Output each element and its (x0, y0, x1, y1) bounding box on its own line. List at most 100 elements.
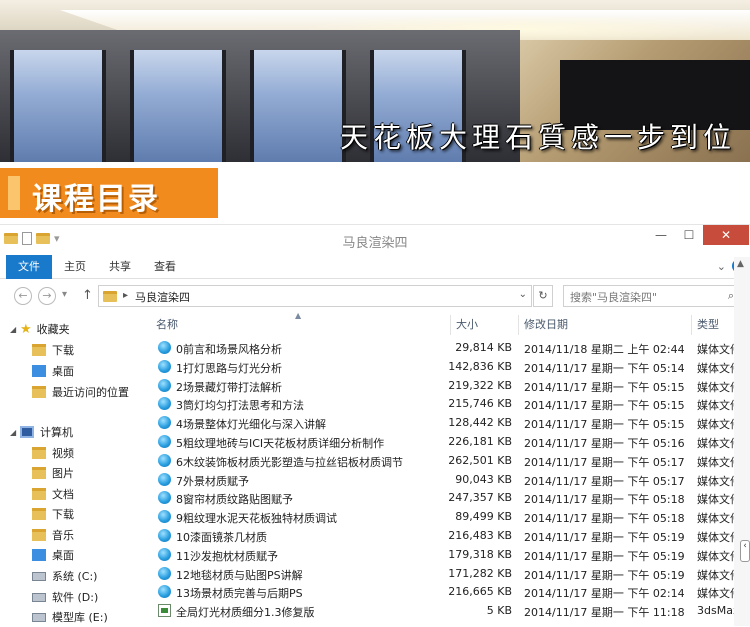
close-button[interactable]: ✕ (703, 225, 749, 245)
media-icon (158, 341, 171, 354)
table-row[interactable]: 3筒灯均匀打法思考和方法 215,746 KB 2014/11/17 星期一 下午 … (146, 394, 750, 413)
file-size: 29,814 KB (455, 341, 512, 354)
table-row[interactable]: 1打灯思路与灯光分析 142,836 KB 2014/11/17 星期一 下午 05… (146, 357, 750, 376)
file-date: 2014/11/17 星期一 下午 05:15 (524, 418, 685, 432)
table-row[interactable]: 2场景藏灯带打法解析 219,322 KB 2014/11/17 星期一 下午 05… (146, 376, 750, 395)
expand-arrow-icon[interactable]: ◢ (10, 325, 20, 334)
section-heading: 课程目录 (0, 162, 750, 224)
table-row[interactable]: 7外景材质赋予 90,043 KB 2014/11/17 星期一 下午 05:17 媒… (146, 470, 750, 489)
table-row[interactable]: 4场景整体灯光细化与深入讲解 128,442 KB 2014/11/17 星期一 下… (146, 413, 750, 432)
recent-locations-icon[interactable]: ▾ (62, 289, 67, 300)
table-row[interactable]: 6木纹装饰板材质光影塑造与拉丝铝板材质调节 262,501 KB 2014/11/1… (146, 451, 750, 470)
column-divider[interactable] (691, 315, 692, 335)
file-size: 142,836 KB (448, 359, 512, 373)
file-date: 2014/11/17 星期一 下午 05:14 (524, 361, 685, 375)
drive-icon (32, 592, 46, 602)
media-icon (158, 510, 171, 524)
sidebar-item-drive-e[interactable]: 模型库 (E:) (32, 607, 108, 627)
sidebar-item-pictures[interactable]: 图片 (32, 463, 74, 483)
file-name: 10漆面镜茶几材质 (176, 531, 267, 544)
forward-button[interactable]: → (38, 287, 56, 305)
file-name: 8窗帘材质纹路贴图赋予 (176, 493, 293, 507)
sidebar-item-label: 系统 (C:) (52, 570, 98, 583)
sidebar-item-downloads-2[interactable]: 下载 (32, 504, 74, 524)
file-date: 2014/11/17 星期一 下午 05:16 (524, 437, 685, 450)
computer-icon (20, 426, 34, 438)
sidebar-item-desktop[interactable]: 桌面 (32, 361, 74, 381)
download-folder-icon (32, 344, 46, 356)
file-size: 226,181 KB (448, 435, 512, 448)
table-row[interactable]: 10漆面镜茶几材质 216,483 KB 2014/11/17 星期一 下午 05:… (146, 526, 750, 545)
table-row[interactable]: 13场景材质完善与后期PS 216,665 KB 2014/11/17 星期一 下午… (146, 582, 750, 601)
sidebar-item-music[interactable]: 音乐 (32, 525, 74, 545)
column-header-type[interactable]: 类型 (697, 313, 719, 337)
download-folder-icon (32, 508, 46, 520)
file-name: 1打灯思路与灯光分析 (176, 361, 282, 375)
explorer-window: ▾ 马良渲染四 — ☐ ✕ 文件 主页 共享 查看 ⌄ ? ← → ▾ ↑ ▸ … (0, 224, 750, 626)
table-row[interactable]: 全局灯光材质细分1.3修复版 5 KB 2014/11/17 星期一 下午 11:1… (146, 601, 750, 620)
expand-arrow-icon[interactable]: ◢ (10, 428, 20, 437)
tab-view[interactable]: 查看 (154, 255, 176, 279)
collapse-pane-handle[interactable]: ‹ (740, 540, 750, 562)
tab-file[interactable]: 文件 (6, 255, 52, 279)
file-date: 2014/11/17 星期一 下午 05:15 (524, 399, 685, 413)
tab-share[interactable]: 共享 (109, 255, 131, 279)
sidebar-item-drive-d[interactable]: 软件 (D:) (32, 587, 98, 607)
sidebar-item-computer[interactable]: ◢ 计算机 (10, 422, 73, 442)
file-size: 128,442 KB (448, 416, 512, 430)
media-icon (158, 416, 171, 430)
maximize-button[interactable]: ☐ (675, 225, 703, 245)
sidebar-item-drive-c[interactable]: 系统 (C:) (32, 566, 97, 586)
star-icon: ★ (20, 321, 32, 337)
sidebar-item-label: 音乐 (52, 529, 74, 542)
file-name: 4场景整体灯光细化与深入讲解 (176, 418, 326, 432)
music-folder-icon (32, 529, 46, 541)
up-button[interactable]: ↑ (82, 288, 93, 303)
file-name: 13场景材质完善与后期PS (176, 587, 303, 601)
column-header-date[interactable]: 修改日期 (524, 313, 568, 337)
refresh-button[interactable]: ↻ (533, 285, 553, 307)
search-input[interactable]: 搜索"马良渲染四" ⌕ (563, 285, 741, 307)
media-icon (158, 378, 171, 392)
file-name: 0前言和场景风格分析 (176, 343, 282, 356)
sidebar-item-desktop-2[interactable]: 桌面 (32, 545, 74, 565)
window-pane (10, 50, 106, 162)
file-name: 12地毯材质与贴图PS讲解 (176, 568, 303, 582)
address-field[interactable]: ▸ 马良渲染四 ⌄ (98, 285, 532, 307)
file-name: 7外景材质赋予 (176, 474, 249, 488)
sidebar-item-favorites[interactable]: ◢ ★ 收藏夹 (10, 319, 70, 339)
expand-ribbon-icon[interactable]: ⌄ (717, 260, 726, 273)
minimize-button[interactable]: — (647, 225, 675, 245)
column-header-size[interactable]: 大小 (456, 313, 478, 337)
file-date: 2014/11/17 星期一 下午 05:17 (524, 455, 685, 469)
chevron-down-icon[interactable]: ⌄ (519, 289, 527, 300)
scroll-up-icon[interactable]: ▲ (737, 259, 744, 269)
vertical-scrollbar[interactable]: ▲ (734, 257, 750, 626)
table-row[interactable]: 9粗纹理水泥天花板独特材质调试 89,499 KB 2014/11/17 星期一 下… (146, 507, 750, 526)
column-divider[interactable] (450, 315, 451, 335)
sidebar-item-label: 视频 (52, 447, 74, 460)
column-divider[interactable] (518, 315, 519, 335)
navigation-pane: ◢ ★ 收藏夹 下载 桌面 最近访问的位置 ◢ 计算机 视频 图片 文档 下载 … (0, 313, 146, 626)
table-row[interactable]: 8窗帘材质纹路贴图赋予 247,357 KB 2014/11/17 星期一 下午 0… (146, 488, 750, 507)
column-header-name[interactable]: 名称 (156, 313, 178, 337)
sidebar-item-label: 软件 (D:) (52, 591, 99, 604)
breadcrumb-arrow-icon[interactable]: ▸ (123, 290, 128, 301)
sidebar-item-downloads[interactable]: 下载 (32, 340, 74, 360)
file-size: 216,665 KB (448, 585, 512, 599)
file-size: 215,746 KB (448, 397, 512, 411)
heading-stripe (8, 176, 20, 210)
table-row[interactable]: 11沙发抱枕材质赋予 179,318 KB 2014/11/17 星期一 下午 05… (146, 545, 750, 564)
table-row[interactable]: 12地毯材质与贴图PS讲解 171,282 KB 2014/11/17 星期一 下午… (146, 564, 750, 583)
file-date: 2014/11/17 星期一 下午 05:18 (524, 493, 685, 507)
tab-home[interactable]: 主页 (64, 255, 86, 279)
sidebar-item-videos[interactable]: 视频 (32, 443, 74, 463)
table-row[interactable]: 5粗纹理地砖与ICI天花板材质详细分析制作 226,181 KB 2014/11/1… (146, 432, 750, 451)
breadcrumb[interactable]: 马良渲染四 (135, 289, 190, 305)
file-list: ▲ 名称 大小 修改日期 类型 0前言和场景风格分析 29,814 KB 2014/… (146, 311, 750, 626)
back-button[interactable]: ← (14, 287, 32, 305)
sidebar-item-recent-places[interactable]: 最近访问的位置 (32, 382, 129, 402)
table-row[interactable]: 0前言和场景风格分析 29,814 KB 2014/11/18 星期二 上午 02:… (146, 338, 750, 357)
file-name: 11沙发抱枕材质赋予 (176, 549, 278, 563)
sidebar-item-documents[interactable]: 文档 (32, 484, 74, 504)
